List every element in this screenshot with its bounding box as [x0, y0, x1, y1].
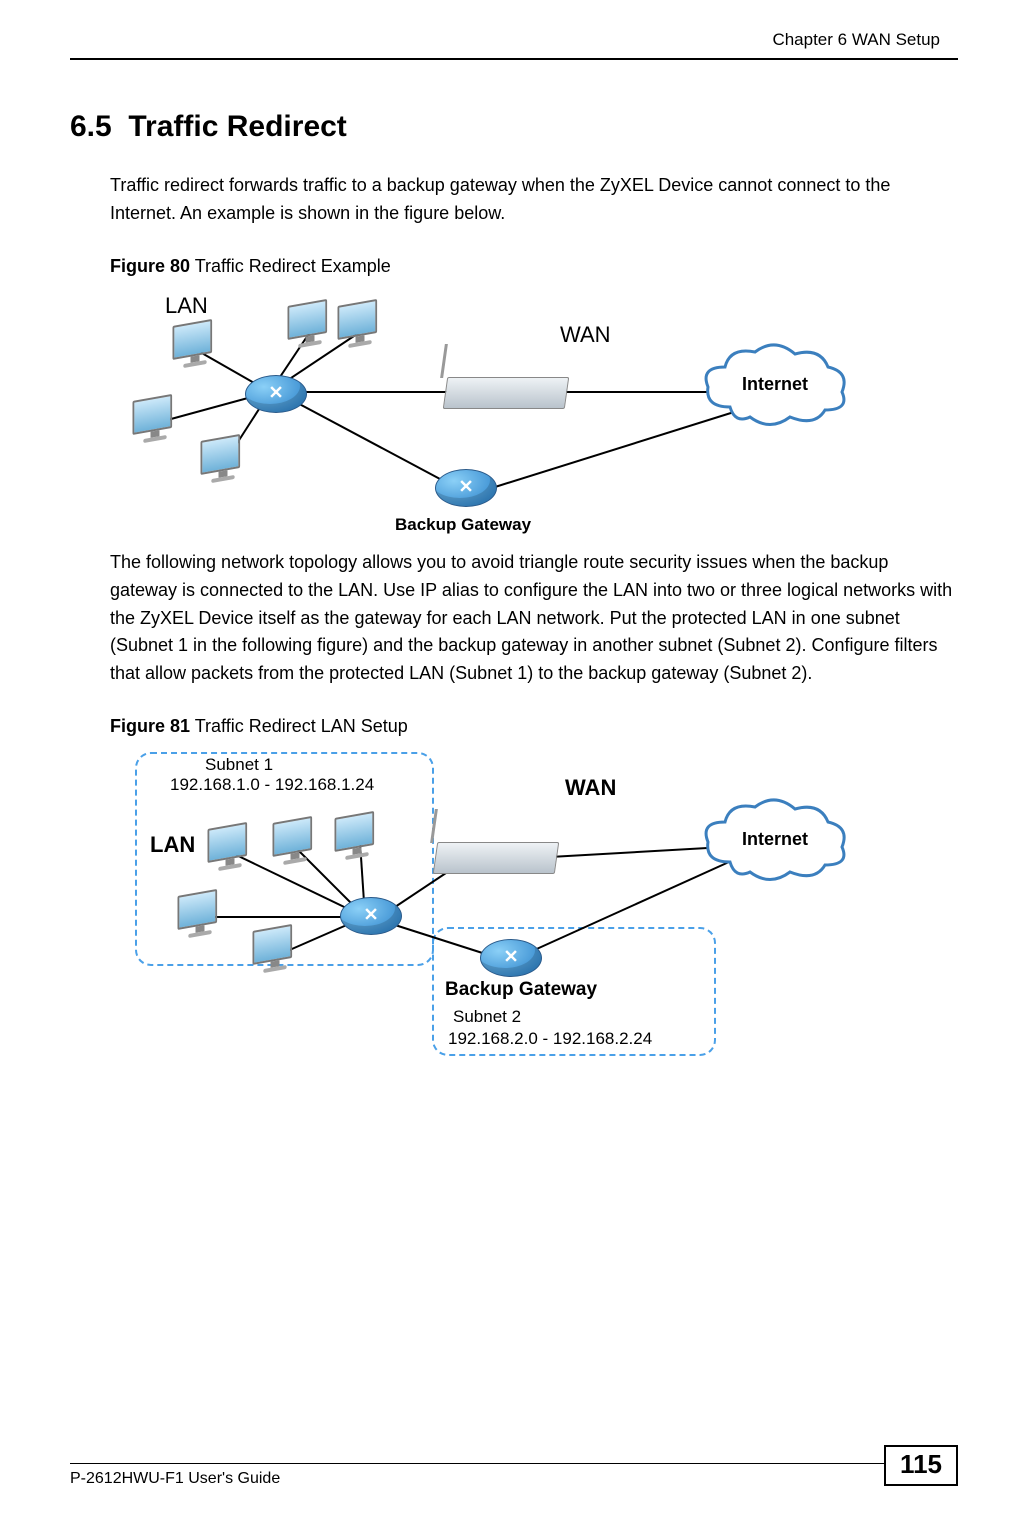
figure-80-diagram: LAN WAN Internet Backup Gateway: [110, 287, 870, 547]
figure-80-title: Traffic Redirect Example: [190, 256, 391, 276]
figure-81-caption: Figure 81 Traffic Redirect LAN Setup: [110, 716, 958, 737]
backup-router-icon: [480, 939, 542, 977]
modem-icon: [443, 377, 569, 409]
subnet-1-name: Subnet 1: [205, 755, 273, 775]
internet-label: Internet: [700, 374, 850, 395]
computer-icon: [335, 810, 380, 868]
lan-label: LAN: [165, 293, 208, 319]
section-title: Traffic Redirect: [128, 110, 346, 143]
subnet-2-range: 192.168.2.0 - 192.168.2.24: [448, 1029, 652, 1049]
modem-icon: [433, 842, 559, 874]
internet-label: Internet: [700, 829, 850, 850]
computer-icon: [288, 298, 333, 356]
wan-label: WAN: [560, 322, 611, 348]
paragraph-1: Traffic redirect forwards traffic to a b…: [110, 172, 958, 228]
computer-icon: [178, 888, 223, 946]
section-number: 6.5: [70, 110, 112, 143]
internet-cloud-icon: Internet: [700, 342, 850, 432]
router-icon: [245, 375, 307, 413]
page-footer: P-2612HWU-F1 User's Guide 115: [70, 1463, 958, 1488]
subnet-1-range: 192.168.1.0 - 192.168.1.24: [170, 775, 374, 795]
computer-icon: [253, 923, 298, 981]
computer-icon: [273, 815, 318, 873]
backup-gateway-label: Backup Gateway: [395, 515, 531, 535]
router-icon: [340, 897, 402, 935]
internet-cloud-icon: Internet: [700, 797, 850, 887]
subnet-2-name: Subnet 2: [453, 1007, 521, 1027]
figure-80-caption: Figure 80 Traffic Redirect Example: [110, 256, 958, 277]
paragraph-2: The following network topology allows yo…: [110, 549, 958, 688]
section-heading: 6.5 Traffic Redirect: [70, 110, 958, 144]
computer-icon: [133, 393, 178, 451]
backup-router-icon: [435, 469, 497, 507]
computer-icon: [338, 298, 383, 356]
footer-page-number: 115: [884, 1445, 958, 1486]
computer-icon: [173, 318, 218, 376]
computer-icon: [208, 821, 253, 879]
backup-gateway-label: Backup Gateway: [445, 979, 597, 1001]
figure-81-title: Traffic Redirect LAN Setup: [190, 716, 408, 736]
wan-label: WAN: [565, 775, 616, 801]
chapter-header: Chapter 6 WAN Setup: [70, 30, 958, 60]
computer-icon: [201, 433, 246, 491]
figure-81-label: Figure 81: [110, 716, 190, 736]
footer-guide-name: P-2612HWU-F1 User's Guide: [70, 1470, 280, 1488]
figure-80-label: Figure 80: [110, 256, 190, 276]
lan-label: LAN: [150, 832, 195, 858]
figure-81-diagram: Subnet 1 192.168.1.0 - 192.168.1.24 LAN …: [110, 747, 870, 1077]
